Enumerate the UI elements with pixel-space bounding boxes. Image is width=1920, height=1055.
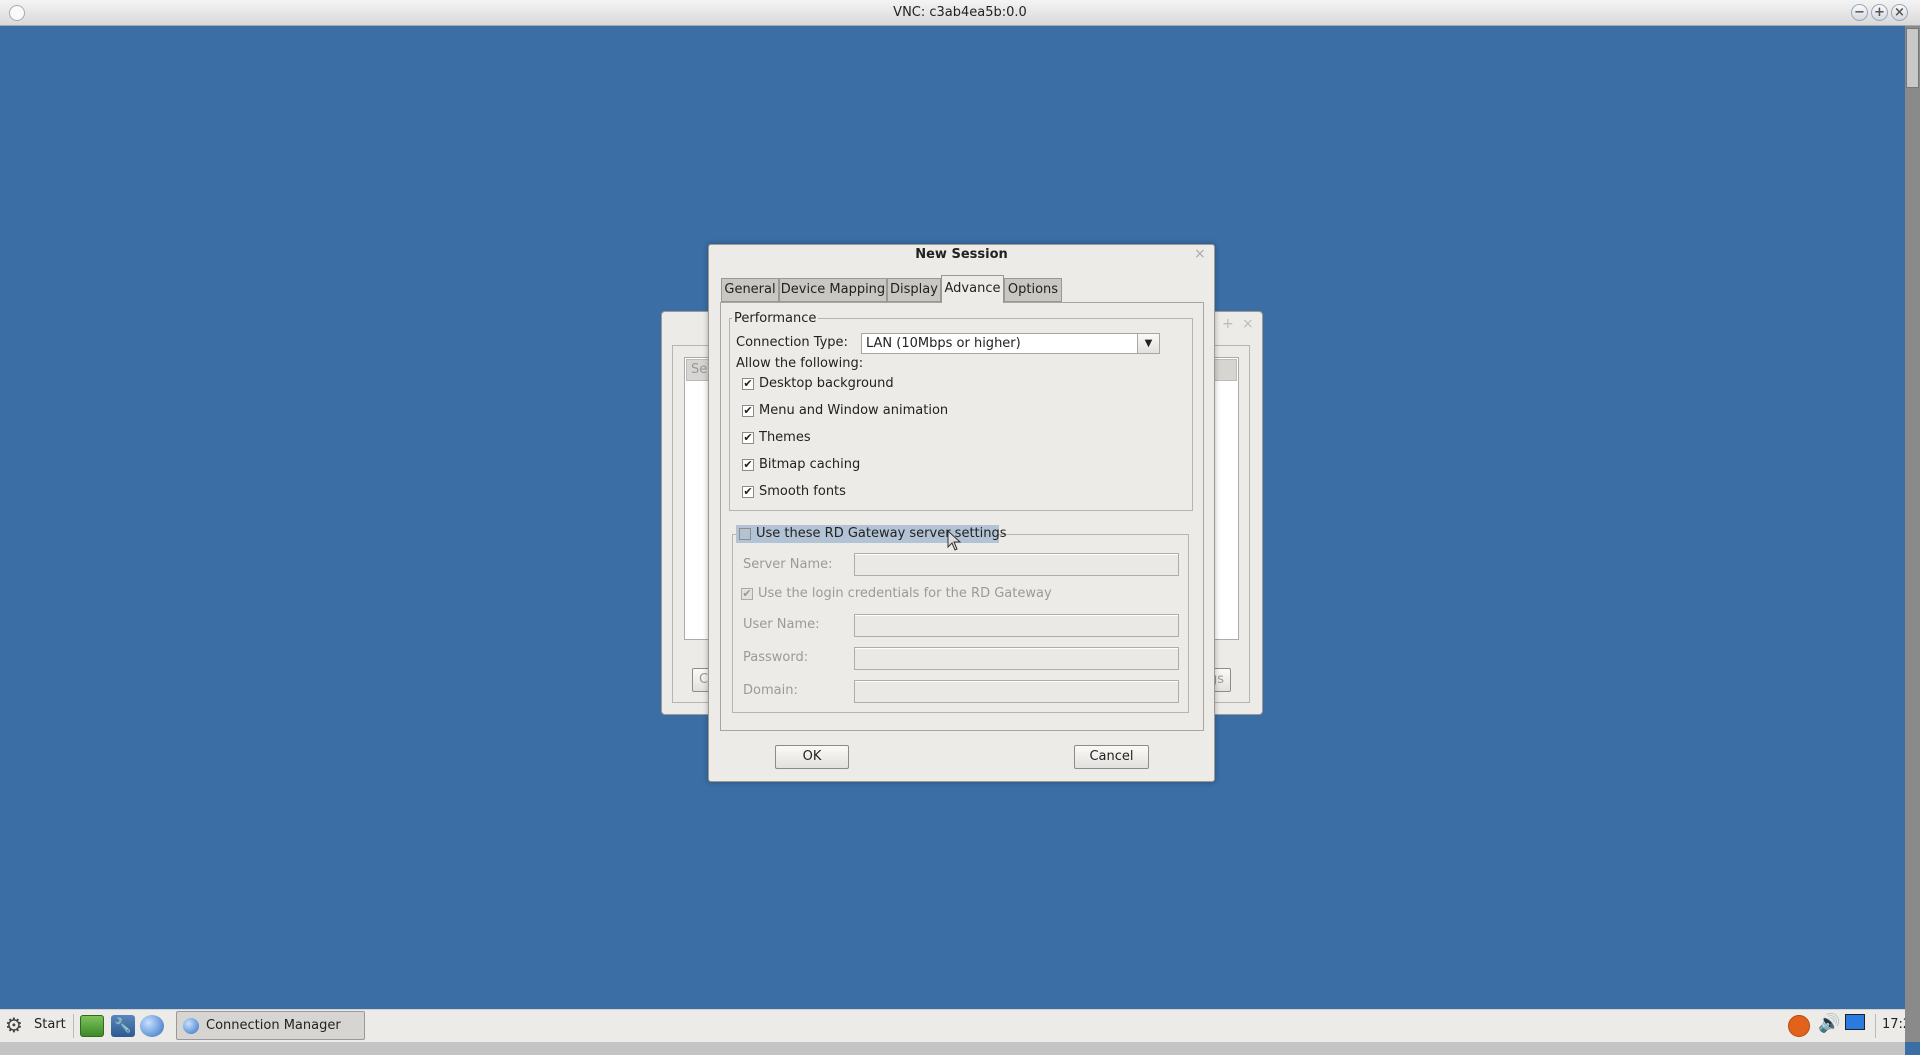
minimize-icon[interactable]: −	[1851, 4, 1868, 21]
tab-display[interactable]: Display	[887, 278, 941, 302]
connection-manager-icon	[183, 1018, 199, 1034]
gateway-enable-checkbox[interactable]	[739, 528, 751, 540]
animation-checkbox[interactable]: ✔	[742, 405, 754, 417]
themes-label[interactable]: Themes	[759, 430, 811, 446]
chevron-down-icon[interactable]: ▼	[1137, 333, 1160, 354]
password-input[interactable]	[854, 647, 1179, 670]
start-button[interactable]: Start	[34, 1017, 66, 1032]
update-icon[interactable]	[1788, 1015, 1810, 1037]
network-icon[interactable]	[1845, 1014, 1865, 1030]
maximize-icon[interactable]: +	[1871, 4, 1888, 21]
vnc-title-bar: VNC: c3ab4ea5b:0.0	[0, 0, 1920, 26]
smooth-fonts-label[interactable]: Smooth fonts	[759, 484, 846, 500]
horizontal-scrollbar[interactable]	[0, 1042, 1905, 1055]
bitmap-caching-label[interactable]: Bitmap caching	[759, 457, 860, 473]
performance-legend: Performance	[732, 311, 819, 326]
allow-label: Allow the following:	[736, 356, 864, 371]
divider	[1875, 1014, 1876, 1038]
use-login-label: Use the login credentials for the RD Gat…	[758, 586, 1052, 601]
tab-label: General	[724, 282, 776, 297]
vnc-title: VNC: c3ab4ea5b:0.0	[893, 5, 1027, 20]
domain-input[interactable]	[854, 680, 1179, 703]
gear-icon[interactable]: ⚙	[5, 1013, 23, 1037]
desktop-icon[interactable]	[80, 1015, 104, 1037]
window-button-label: Connection Manager	[206, 1018, 341, 1033]
clock[interactable]: 17:2	[1882, 1017, 1905, 1032]
vertical-scrollbar[interactable]	[1905, 26, 1920, 1042]
tab-label: Options	[1007, 282, 1059, 297]
cancel-button[interactable]: Cancel	[1074, 745, 1149, 769]
use-login-checkbox[interactable]: ✔	[741, 588, 753, 600]
user-name-input[interactable]	[854, 614, 1179, 637]
connection-type-value: LAN (10Mbps or higher)	[866, 336, 1021, 351]
tab-general[interactable]: General	[721, 278, 779, 302]
themes-checkbox[interactable]: ✔	[742, 432, 754, 444]
divider	[73, 1014, 74, 1038]
tab-label: Advance	[944, 281, 1001, 296]
network-computer-icon[interactable]	[140, 1015, 164, 1037]
mouse-cursor-icon	[947, 530, 962, 551]
ok-button[interactable]: OK	[775, 745, 849, 769]
vnc-menu-icon[interactable]	[9, 5, 25, 21]
cancel-label: Cancel	[1089, 749, 1134, 764]
ok-label: OK	[802, 749, 822, 764]
tab-label: Device Mapping	[780, 282, 886, 297]
tab-advance[interactable]: Advance	[941, 275, 1004, 303]
connection-type-label: Connection Type:	[736, 335, 848, 350]
desktop-background-label[interactable]: Desktop background	[759, 376, 894, 392]
dialog-close-icon[interactable]: ×	[1194, 246, 1206, 262]
desktop-background-checkbox[interactable]: ✔	[742, 378, 754, 390]
domain-label: Domain:	[743, 683, 798, 698]
server-name-label: Server Name:	[743, 557, 833, 572]
connection-type-select[interactable]: LAN (10Mbps or higher)	[861, 333, 1138, 354]
gateway-enable-label[interactable]: Use these RD Gateway server settings	[756, 526, 1007, 542]
settings-icon[interactable]: 🔧	[111, 1015, 135, 1037]
bg-maximize-icon[interactable]: +	[1222, 316, 1234, 332]
server-name-input[interactable]	[854, 553, 1179, 576]
tab-label: Display	[890, 282, 938, 297]
bg-close-icon[interactable]: ×	[1242, 316, 1254, 332]
volume-icon[interactable]: 🔊	[1818, 1013, 1840, 1034]
user-name-label: User Name:	[743, 617, 820, 632]
taskbar-connection-manager[interactable]: Connection Manager	[176, 1011, 365, 1040]
tab-options[interactable]: Options	[1004, 278, 1062, 302]
tab-device-mapping[interactable]: Device Mapping	[779, 278, 887, 302]
bg-left-label: C	[699, 672, 709, 687]
animation-label[interactable]: Menu and Window animation	[759, 403, 948, 419]
smooth-fonts-checkbox[interactable]: ✔	[742, 486, 754, 498]
scrollbar-thumb[interactable]	[1906, 28, 1919, 88]
close-icon[interactable]: ×	[1891, 4, 1908, 21]
dialog-title: New Session	[915, 247, 1008, 262]
bitmap-caching-checkbox[interactable]: ✔	[742, 459, 754, 471]
password-label: Password:	[743, 650, 809, 665]
